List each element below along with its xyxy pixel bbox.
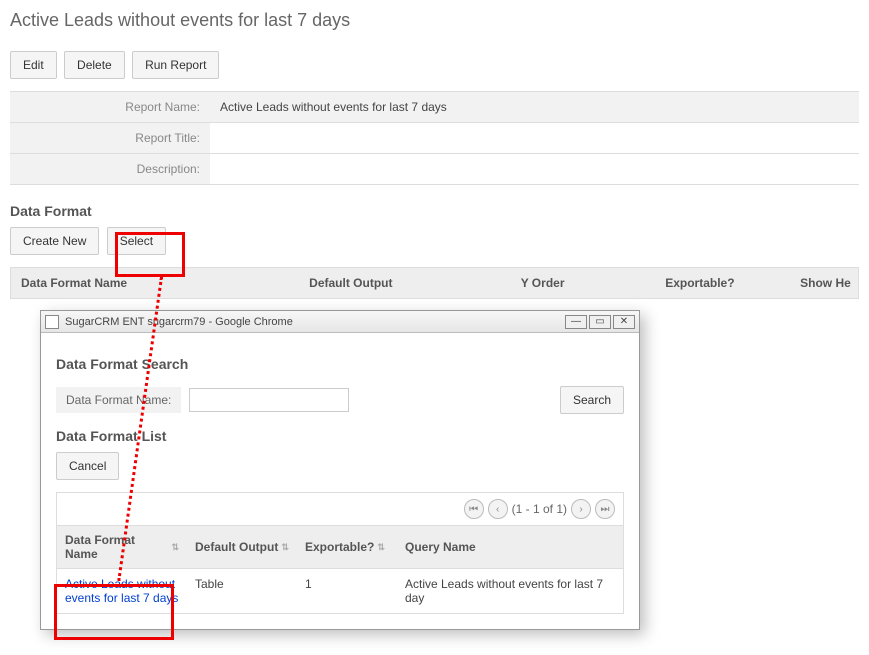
report-name-label: Report Name: xyxy=(10,92,210,123)
data-format-section-title: Data Format xyxy=(10,203,859,219)
document-icon xyxy=(45,315,59,329)
data-format-name-input[interactable] xyxy=(189,388,349,412)
data-format-toolbar: Create New Select xyxy=(10,227,859,255)
report-details-table: Report Name: Active Leads without events… xyxy=(10,91,859,185)
row-exportable: 1 xyxy=(297,569,397,613)
create-new-button[interactable]: Create New xyxy=(10,227,99,255)
description-value xyxy=(210,154,859,185)
report-name-value: Active Leads without events for last 7 d… xyxy=(210,92,859,123)
data-format-grid-header: Data Format Name Default Output Y Order … xyxy=(10,267,859,299)
col-header-show-header[interactable]: Show He xyxy=(790,268,858,298)
popup-list-section-title: Data Format List xyxy=(56,428,624,444)
cancel-button[interactable]: Cancel xyxy=(56,452,119,480)
popup-search-row: Data Format Name: Search xyxy=(56,380,624,420)
row-query-name: Active Leads without events for last 7 d… xyxy=(397,569,623,613)
popup-search-section-title: Data Format Search xyxy=(56,356,624,372)
select-button[interactable]: Select xyxy=(107,227,166,255)
popup-col-query-name[interactable]: Query Name xyxy=(397,526,623,568)
pager: ⏮ ‹ (1 - 1 of 1) › ⏭ xyxy=(56,492,624,526)
window-maximize-icon[interactable]: ▭ xyxy=(589,315,611,329)
search-button[interactable]: Search xyxy=(560,386,624,414)
col-header-y-order[interactable]: Y Order xyxy=(511,268,656,298)
edit-button[interactable]: Edit xyxy=(10,51,57,79)
pager-first-icon[interactable]: ⏮ xyxy=(464,499,484,519)
col-header-name[interactable]: Data Format Name xyxy=(11,268,299,298)
page-title: Active Leads without events for last 7 d… xyxy=(10,10,859,31)
col-header-exportable[interactable]: Exportable? xyxy=(655,268,790,298)
report-title-value xyxy=(210,123,859,154)
popup-grid-row: Active Leads without events for last 7 d… xyxy=(56,569,624,614)
select-data-format-popup: SugarCRM ENT sugarcrm79 - Google Chrome … xyxy=(40,310,640,630)
main-toolbar: Edit Delete Run Report xyxy=(10,51,859,79)
popup-grid-header: Data Format Name⇅ Default Output⇅ Export… xyxy=(56,526,624,569)
col-header-default-output[interactable]: Default Output xyxy=(299,268,511,298)
description-label: Description: xyxy=(10,154,210,185)
delete-button[interactable]: Delete xyxy=(64,51,125,79)
run-report-button[interactable]: Run Report xyxy=(132,51,219,79)
sort-icon: ⇅ xyxy=(281,542,289,553)
popup-window-title: SugarCRM ENT sugarcrm79 - Google Chrome xyxy=(65,316,293,328)
pager-text: (1 - 1 of 1) xyxy=(512,502,567,516)
sort-icon: ⇅ xyxy=(171,542,179,553)
window-minimize-icon[interactable]: — xyxy=(565,315,587,329)
popup-col-exportable[interactable]: Exportable?⇅ xyxy=(297,526,397,568)
popup-col-name[interactable]: Data Format Name⇅ xyxy=(57,526,187,568)
popup-col-default-output[interactable]: Default Output⇅ xyxy=(187,526,297,568)
pager-next-icon[interactable]: › xyxy=(571,499,591,519)
pager-last-icon[interactable]: ⏭ xyxy=(595,499,615,519)
pager-prev-icon[interactable]: ‹ xyxy=(488,499,508,519)
popup-titlebar: SugarCRM ENT sugarcrm79 - Google Chrome … xyxy=(41,311,639,333)
search-field-label: Data Format Name: xyxy=(56,387,181,413)
report-title-label: Report Title: xyxy=(10,123,210,154)
window-close-icon[interactable]: ✕ xyxy=(613,315,635,329)
row-default-output: Table xyxy=(187,569,297,613)
sort-icon: ⇅ xyxy=(377,542,385,553)
data-format-row-link[interactable]: Active Leads without events for last 7 d… xyxy=(65,577,178,605)
